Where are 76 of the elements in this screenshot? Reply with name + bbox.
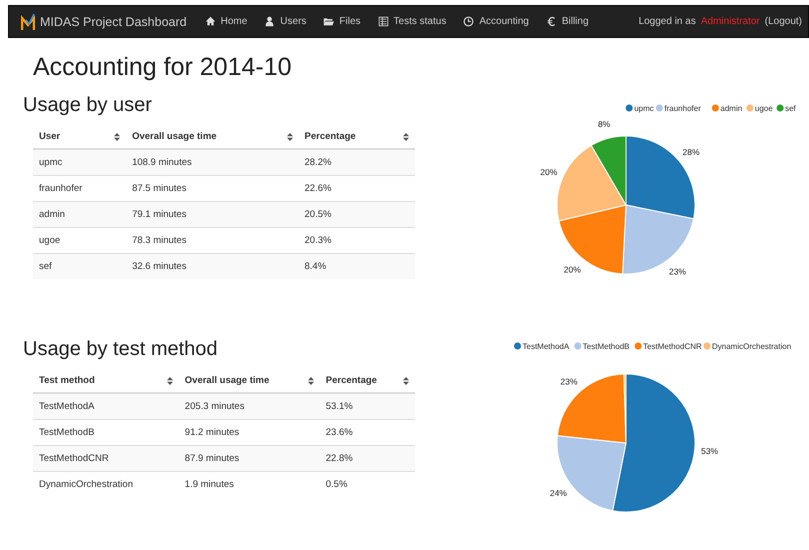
section-heading: Usage by user [23, 94, 153, 117]
column-header: Overall usage time [184, 375, 270, 386]
legend-label: sef [785, 104, 796, 113]
sort-icon[interactable] [403, 376, 409, 384]
nav-link[interactable]: Home [204, 16, 248, 27]
table-cell: TestMethodCNR [39, 453, 109, 464]
slice-label: 23% [668, 266, 686, 276]
table-cell: 20.5% [304, 209, 332, 220]
table-cell: 78.3 minutes [132, 235, 186, 246]
legend-label: DynamicOrchestration [712, 342, 792, 351]
table-cell: 23.6% [326, 427, 353, 438]
clock-icon [463, 16, 474, 27]
slice-label: 20% [564, 264, 581, 275]
page-title: Accounting for 2014-10 [33, 53, 293, 82]
table-cell: TestMethodB [39, 427, 94, 438]
legend-label: upmc [634, 104, 654, 113]
nav-link[interactable]: Tests status [378, 16, 446, 27]
table-cell: 79.1 minutes [132, 209, 186, 220]
user-icon [264, 16, 276, 27]
user-name: Administrator [700, 16, 760, 27]
table-cell: 87.5 minutes [132, 183, 186, 194]
sort-icon[interactable] [286, 132, 292, 140]
legend-label: TestMethodCNR [643, 342, 702, 351]
nav-link[interactable]: Billing [546, 16, 589, 27]
sort-icon[interactable] [308, 376, 314, 384]
table-cell: 20.3% [304, 235, 332, 246]
sort-icon[interactable] [114, 132, 120, 140]
table-cell: 108.9 minutes [132, 157, 192, 168]
logout-link[interactable]: (Logout) [764, 16, 802, 27]
legend-label: TestMethodA [522, 342, 570, 351]
section-heading: Usage by test method [23, 338, 219, 361]
home-icon [204, 16, 216, 27]
slice-label: 23% [560, 376, 578, 386]
column-header: Percentage [326, 375, 377, 386]
slice-label: 53% [701, 446, 718, 456]
slice-label: 24% [550, 488, 567, 498]
table-cell: 91.2 minutes [184, 427, 240, 438]
table-cell: fraunhofer [39, 183, 82, 194]
table-cell: sef [39, 261, 52, 272]
nav-link[interactable]: Accounting [463, 16, 529, 27]
table-cell: 8.4% [304, 261, 326, 272]
column-header: Percentage [304, 131, 356, 142]
sort-icon[interactable] [403, 132, 409, 140]
list-icon [378, 16, 389, 27]
slice-label: 20% [540, 166, 558, 177]
table-cell: 22.8% [326, 453, 353, 464]
table-cell: 0.5% [326, 479, 348, 490]
legend-label: admin [720, 104, 742, 113]
table-cell: 205.3 minutes [184, 401, 244, 412]
column-header: User [39, 131, 60, 142]
folder-icon [323, 16, 334, 27]
table-cell: 87.9 minutes [184, 453, 240, 464]
table-cell: 53.1% [326, 401, 353, 412]
table-cell: TestMethodA [39, 401, 94, 412]
table-cell: DynamicOrchestration [39, 479, 133, 490]
table-cell: 28.2% [304, 157, 332, 168]
legend-label: ugoe [754, 104, 773, 113]
column-header: Overall usage time [132, 131, 217, 142]
legend-label: fraunhofer [664, 104, 701, 113]
table-cell: admin [39, 209, 65, 220]
nav-link[interactable]: Users [264, 16, 306, 27]
euro-icon [546, 16, 557, 27]
column-header: Test method [39, 375, 95, 386]
table-cell: 22.6% [304, 183, 332, 194]
login-label: Logged in as [638, 16, 696, 27]
table-cell: ugoe [39, 235, 60, 246]
brand-title[interactable]: MIDAS Project Dashboard [40, 14, 187, 28]
slice-label: 8% [598, 118, 610, 129]
logo-icon [21, 12, 35, 30]
table-cell: 32.6 minutes [132, 261, 186, 272]
slice-label: 28% [682, 146, 700, 157]
nav-link[interactable]: Files [323, 16, 361, 27]
sort-icon[interactable] [166, 376, 173, 384]
table-cell: 1.9 minutes [184, 479, 234, 490]
legend-label: TestMethodB [582, 342, 630, 351]
table-cell: upmc [39, 157, 62, 168]
